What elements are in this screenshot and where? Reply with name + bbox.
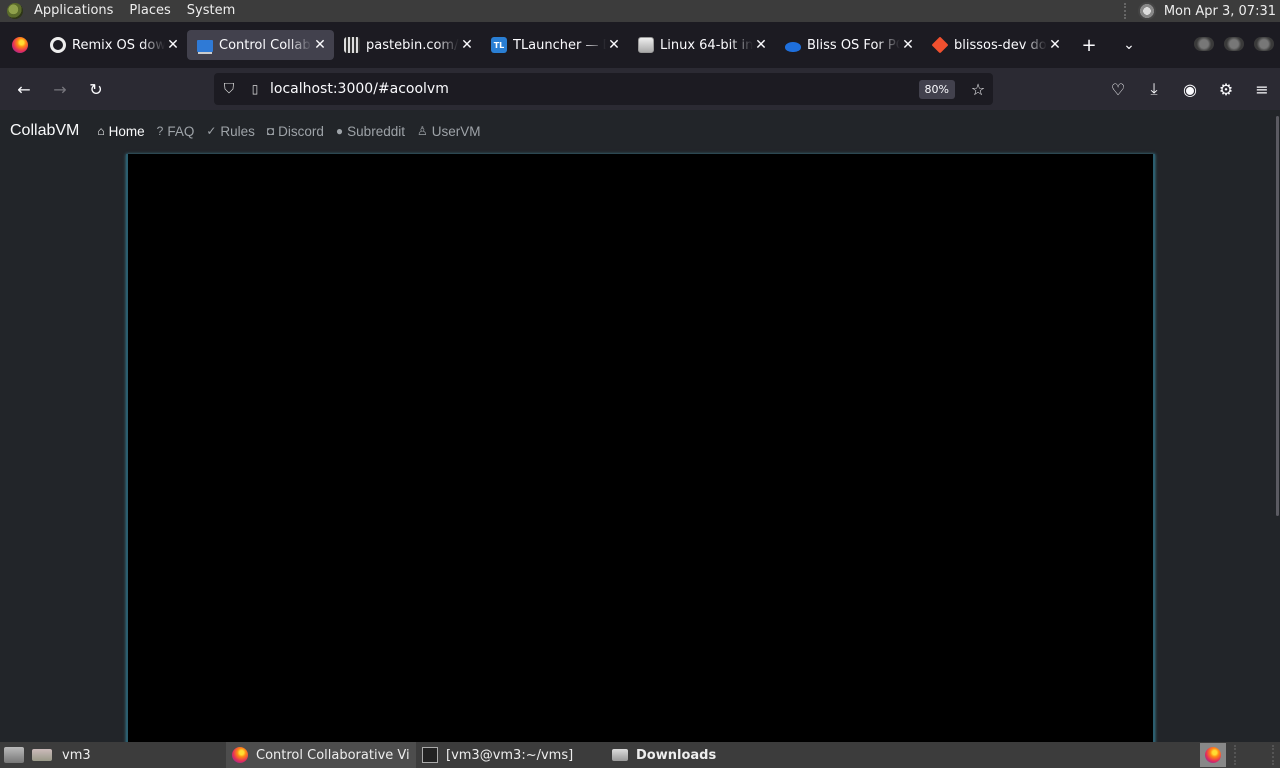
clipboard-check-icon: ✓ xyxy=(206,124,217,138)
bottom-panel: vm3 Control Collaborative Virt… [vm3@vm3… xyxy=(0,742,1280,768)
maximize-window-icon[interactable] xyxy=(1224,37,1244,51)
list-all-tabs-button[interactable]: ⌄ xyxy=(1109,30,1149,60)
tab-remix[interactable]: Remix OS download ✕ xyxy=(40,30,187,60)
discord-icon: ◘ xyxy=(266,124,275,138)
account-icon[interactable]: ◉ xyxy=(1172,73,1208,105)
tab-title: pastebin.com/raw xyxy=(366,37,459,53)
task-label: Downloads xyxy=(636,747,717,763)
page-scrollbar[interactable] xyxy=(1276,116,1279,516)
user-icon: ♙ xyxy=(416,124,428,138)
close-icon[interactable]: ✕ xyxy=(900,37,916,53)
url-bar[interactable]: ⛉ ▯ localhost:3000/#acoolvm 80% ☆ xyxy=(214,73,993,105)
reddit-icon: ● xyxy=(335,124,344,138)
tab-pastebin[interactable]: pastebin.com/raw ✕ xyxy=(334,30,481,60)
tlauncher-icon: TL xyxy=(491,37,507,53)
panel-separator xyxy=(1123,3,1130,19)
tab-title: Remix OS download xyxy=(72,37,165,53)
minimize-window-icon[interactable] xyxy=(1194,37,1214,51)
nav-faq[interactable]: ? FAQ xyxy=(157,124,195,139)
nav-label: UserVM xyxy=(431,123,481,139)
pastebin-icon xyxy=(344,37,360,53)
extensions-icon[interactable]: ⚙ xyxy=(1208,73,1244,105)
hamburger-menu-icon[interactable]: ≡ xyxy=(1244,73,1280,105)
tab-linux-install[interactable]: Linux 64-bit install ✕ xyxy=(628,30,775,60)
bliss-icon xyxy=(785,41,801,52)
applications-menu[interactable]: Applications xyxy=(26,0,121,22)
forward-button[interactable]: → xyxy=(42,73,78,105)
clock[interactable]: Mon Apr 3, 07:31 xyxy=(1164,4,1280,19)
tray-separator xyxy=(1234,745,1274,765)
page-content: CollabVM ⌂ Home ? FAQ ✓ Rules ◘ Discord … xyxy=(0,110,1280,742)
tab-tlauncher[interactable]: TL TLauncher — Download ✕ xyxy=(481,30,628,60)
close-icon[interactable]: ✕ xyxy=(753,37,769,53)
tab-title: Control Collaborative Virtual Machine! xyxy=(219,37,312,53)
tab-title: blissos-dev download xyxy=(954,37,1047,53)
taskbar-firefox[interactable]: Control Collaborative Virt… xyxy=(226,742,416,768)
vm-display-canvas[interactable] xyxy=(126,154,1155,742)
url-input[interactable]: localhost:3000/#acoolvm xyxy=(266,81,919,97)
tab-control-collabvm[interactable]: Control Collaborative Virtual Machine! ✕ xyxy=(187,30,334,60)
nav-rules[interactable]: ✓ Rules xyxy=(206,124,255,139)
firefox-icon xyxy=(232,747,248,763)
home-icon: ⌂ xyxy=(97,124,105,138)
tab-bliss-os[interactable]: Bliss OS For PC ✕ xyxy=(775,30,922,60)
taskbar-terminal[interactable]: [vm3@vm3:~/vms] xyxy=(416,742,606,768)
nav-uservm[interactable]: ♙ UserVM xyxy=(417,124,481,139)
nav-label: Discord xyxy=(278,123,324,139)
document-icon xyxy=(638,37,654,53)
volume-icon[interactable] xyxy=(1137,2,1156,20)
site-brand[interactable]: CollabVM xyxy=(10,122,79,140)
workspace-switcher-icon[interactable] xyxy=(32,749,52,761)
system-menu[interactable]: System xyxy=(179,0,243,22)
close-icon[interactable]: ✕ xyxy=(459,37,475,53)
nav-label: Rules xyxy=(220,123,255,139)
close-icon[interactable]: ✕ xyxy=(312,37,328,53)
zoom-level-button[interactable]: 80% xyxy=(918,79,955,99)
folder-icon xyxy=(612,749,628,761)
close-icon[interactable]: ✕ xyxy=(1047,37,1063,53)
close-window-icon[interactable] xyxy=(1254,37,1274,51)
show-desktop-icon[interactable] xyxy=(4,747,24,763)
bookmark-star-icon[interactable]: ☆ xyxy=(963,80,993,99)
top-panel: Applications Places System Mon Apr 3, 07… xyxy=(0,0,1280,22)
page-info-icon[interactable]: ▯ xyxy=(244,82,266,96)
close-icon[interactable]: ✕ xyxy=(606,37,622,53)
tab-title: TLauncher — Download xyxy=(513,37,606,53)
nav-home[interactable]: ⌂ Home xyxy=(97,124,144,139)
task-label: Control Collaborative Virt… xyxy=(256,747,410,763)
tab-bar: Remix OS download ✕ Control Collaborativ… xyxy=(0,22,1280,68)
taskbar-downloads[interactable]: Downloads xyxy=(606,742,796,768)
close-icon[interactable]: ✕ xyxy=(165,37,181,53)
firefox-icon[interactable] xyxy=(0,30,40,60)
reload-button[interactable]: ↻ xyxy=(78,73,114,105)
workspace-label[interactable]: vm3 xyxy=(56,742,226,768)
question-icon: ? xyxy=(156,124,164,138)
tray-firefox-icon[interactable] xyxy=(1200,743,1226,767)
terminal-icon xyxy=(422,747,438,763)
back-button[interactable]: ← xyxy=(6,73,42,105)
shield-icon[interactable]: ⛉ xyxy=(214,81,244,97)
git-icon xyxy=(931,36,949,54)
nav-label: FAQ xyxy=(167,123,195,139)
places-menu[interactable]: Places xyxy=(121,0,178,22)
computer-icon xyxy=(197,40,213,52)
tab-title: Linux 64-bit install xyxy=(660,37,753,53)
nav-subreddit[interactable]: ● Subreddit xyxy=(336,124,405,139)
navigation-toolbar: ← → ↻ ⛉ ▯ localhost:3000/#acoolvm 80% ☆ … xyxy=(0,68,1280,110)
nav-discord[interactable]: ◘ Discord xyxy=(267,124,324,139)
pocket-icon[interactable]: ♡ xyxy=(1100,73,1136,105)
tab-title: Bliss OS For PC xyxy=(807,37,900,53)
downloads-icon[interactable]: ⤓ xyxy=(1136,73,1172,105)
tab-blissos-dev[interactable]: blissos-dev download ✕ xyxy=(922,30,1069,60)
mate-logo-icon[interactable] xyxy=(4,0,26,22)
task-label: [vm3@vm3:~/vms] xyxy=(446,747,574,763)
nav-label: Home xyxy=(108,123,145,139)
site-navbar: CollabVM ⌂ Home ? FAQ ✓ Rules ◘ Discord … xyxy=(0,110,1280,152)
new-tab-button[interactable]: + xyxy=(1069,30,1109,60)
nav-label: Subreddit xyxy=(347,123,405,139)
remix-icon xyxy=(50,37,66,53)
